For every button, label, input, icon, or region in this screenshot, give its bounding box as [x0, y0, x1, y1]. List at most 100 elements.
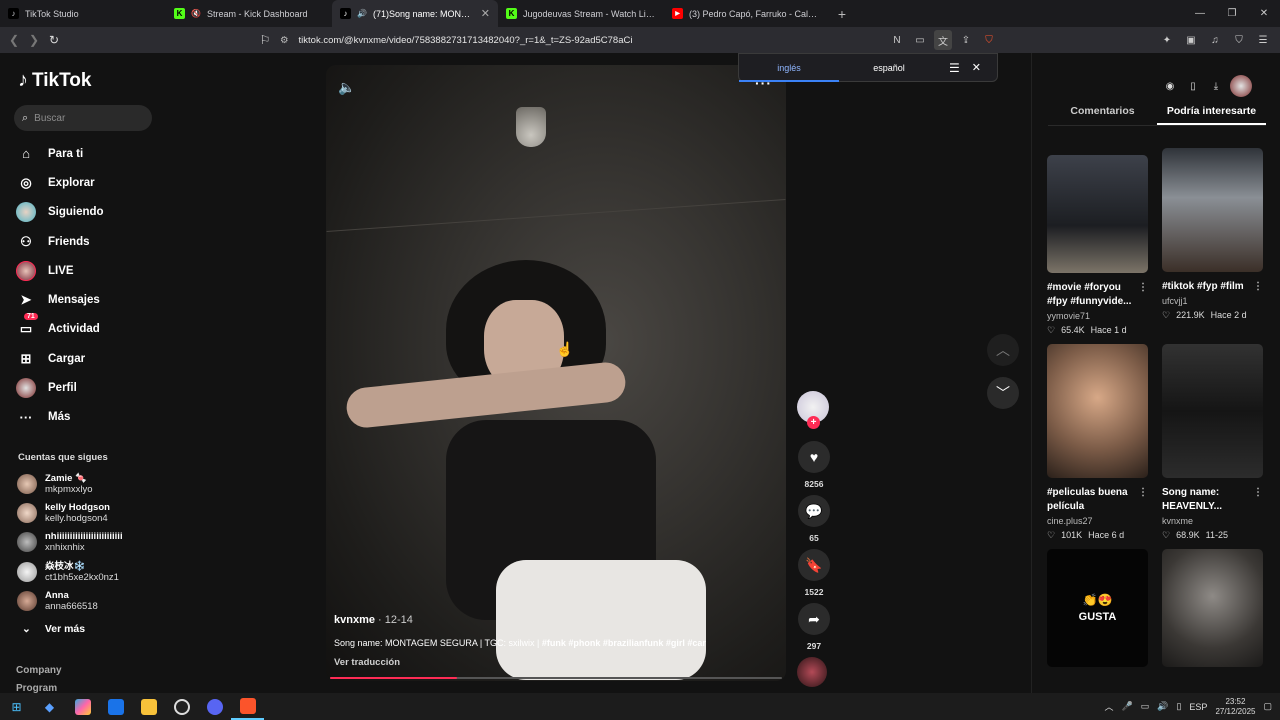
see-more-button[interactable]: ⌄ Ver más	[22, 623, 85, 635]
suggested-video-card[interactable]: #peliculas buena película ⋮ cine.plus27 ♡…	[1047, 344, 1148, 541]
next-video-button[interactable]: ﹀	[987, 377, 1019, 409]
bookmark-icon[interactable]: 🔖	[798, 549, 830, 581]
card-more-icon[interactable]: ⋮	[1253, 486, 1263, 514]
card-author[interactable]: yymovie71	[1047, 311, 1148, 321]
card-more-icon[interactable]: ⋮	[1253, 280, 1263, 294]
see-translation-link[interactable]: Ver traducción	[334, 657, 400, 668]
close-tab-icon[interactable]: ✕	[481, 7, 490, 20]
brave-icon[interactable]	[231, 693, 264, 720]
app-icon[interactable]: ◆	[33, 693, 66, 720]
following-account[interactable]: kelly Hodgson kelly.hodgson4	[17, 498, 123, 527]
music-disc-icon[interactable]	[797, 657, 827, 687]
browser-tab[interactable]: ▶ (3) Pedro Capó, Farruko - Calma (Ren	[664, 0, 830, 27]
minimize-icon[interactable]: —	[1184, 0, 1216, 27]
previous-video-button[interactable]: ︿	[987, 334, 1019, 366]
tab-comments[interactable]: Comentarios	[1048, 105, 1157, 125]
tiktok-logo[interactable]: ♪ TikTok	[18, 69, 91, 92]
share-icon[interactable]: ⇪	[957, 30, 975, 50]
save-action[interactable]: 🔖 1522	[797, 549, 831, 597]
cast-icon[interactable]: ▭	[911, 30, 929, 50]
back-icon[interactable]: ❮	[4, 30, 24, 50]
like-action[interactable]: ♥ 8256	[797, 441, 831, 489]
suggested-video-card[interactable]: #movie #foryou #fpy #funnyvide... ⋮ yymov…	[1047, 148, 1148, 336]
no-tracking-icon[interactable]: N	[888, 30, 906, 50]
heart-icon[interactable]: ♥	[798, 441, 830, 473]
media-icon[interactable]: ♫	[1206, 30, 1224, 50]
comment-icon[interactable]: 💬	[798, 495, 830, 527]
video-thumbnail[interactable]	[1162, 148, 1263, 272]
sidebar-item-friends[interactable]: ⚇ Friends	[16, 227, 104, 256]
store-icon[interactable]	[99, 693, 132, 720]
extensions-icon[interactable]: ✦	[1158, 30, 1176, 50]
translate-icon[interactable]: 文	[934, 30, 952, 50]
brave-shield-icon[interactable]: ⛉	[980, 30, 998, 50]
sidebar-item-para-ti[interactable]: ⌂ Para ti	[16, 139, 104, 168]
close-icon[interactable]: ✕	[972, 61, 981, 74]
reload-icon[interactable]: ↻	[44, 30, 64, 50]
notifications-icon[interactable]: ▢	[1263, 701, 1272, 712]
sidebar-item-perfil[interactable]: Perfil	[16, 373, 104, 402]
browser-tab[interactable]: K Jugodeuvas Stream - Watch Live on K	[498, 0, 664, 27]
search-box[interactable]: ⌕	[14, 105, 152, 131]
new-tab-button[interactable]: +	[830, 0, 854, 27]
tab-suggested[interactable]: Podría interesarte	[1157, 105, 1266, 125]
sidebar-item-actividad[interactable]: ▭ 71 Actividad	[16, 313, 104, 344]
chevron-up-icon[interactable]: ︿	[1105, 700, 1114, 713]
video-author[interactable]: kvnxme · 12-14	[334, 614, 413, 626]
coin-icon[interactable]: ◉	[1161, 77, 1179, 95]
search-input[interactable]	[34, 112, 135, 124]
user-avatar[interactable]	[1230, 75, 1252, 97]
forward-icon[interactable]: ❯	[24, 30, 44, 50]
card-more-icon[interactable]: ⋮	[1138, 281, 1148, 309]
card-more-icon[interactable]: ⋮	[1138, 486, 1148, 514]
volume-tray-icon[interactable]: 🔊	[1157, 701, 1168, 712]
vpn-icon[interactable]: ⛉	[1230, 30, 1248, 50]
video-thumbnail[interactable]: 👏😍 GUSTA	[1047, 549, 1148, 667]
microphone-icon[interactable]: 🎤	[1122, 701, 1133, 712]
share-action[interactable]: ➦ 297	[797, 603, 831, 651]
battery-icon[interactable]: ▯	[1176, 701, 1181, 712]
creator-avatar[interactable]: +	[797, 391, 829, 429]
suggested-video-card[interactable]	[1162, 549, 1263, 667]
hamburger-menu-icon[interactable]: ☰	[949, 61, 960, 75]
translate-target-lang[interactable]: español	[839, 53, 939, 82]
comment-action[interactable]: 💬 65	[797, 495, 831, 543]
following-account[interactable]: 焱枝冰❄️ ct1bh5xe2kx0nz1	[17, 557, 123, 586]
sidebar-item-siguiendo[interactable]: Siguiendo	[16, 198, 104, 227]
follow-plus-icon[interactable]: +	[807, 416, 820, 429]
following-account[interactable]: Anna anna666518	[17, 586, 123, 615]
sidebar-item-mensajes[interactable]: ➤ Mensajes	[16, 285, 104, 314]
video-player[interactable]: 🔈 ··· ☝ kvnxme · 12-14 Song name: MONTAG…	[326, 65, 786, 681]
restore-icon[interactable]: ❐	[1216, 0, 1248, 27]
video-thumbnail[interactable]	[1162, 549, 1263, 667]
windows-start-icon[interactable]: ⊞	[0, 693, 33, 720]
following-account[interactable]: nhiiiiiiiiiiiiiiiiiiiiiiiii xnhixnhix	[17, 528, 123, 557]
menu-icon[interactable]: ☰	[1254, 30, 1272, 50]
card-author[interactable]: cine.plus27	[1047, 516, 1148, 526]
file-explorer-icon[interactable]	[132, 693, 165, 720]
video-progress-bar[interactable]	[330, 677, 782, 679]
browser-tab[interactable]: K 🔇 Stream - Kick Dashboard	[166, 0, 332, 27]
sidebar-item-cargar[interactable]: ⊞ Cargar	[16, 344, 104, 373]
volume-icon[interactable]: 🔈	[338, 79, 355, 96]
video-thumbnail[interactable]	[1047, 344, 1148, 478]
bookmark-icon[interactable]: ⚐	[255, 30, 275, 50]
program-link[interactable]: Program	[16, 683, 57, 693]
suggested-video-card[interactable]: Song name: HEAVENLY... ⋮ kvnxme ♡ 68.9K 11-…	[1162, 344, 1263, 541]
discord-icon[interactable]	[198, 693, 231, 720]
sidebar-item-mas[interactable]: ··· Más	[16, 403, 104, 432]
translate-source-lang[interactable]: inglés	[739, 53, 839, 82]
clock[interactable]: 23:52 27/12/2025	[1215, 697, 1255, 717]
video-thumbnail[interactable]	[1162, 344, 1263, 478]
following-account[interactable]: Zamie 🍬 mkpmxxlyo	[17, 469, 123, 498]
video-thumbnail[interactable]	[1047, 155, 1148, 273]
company-link[interactable]: Company	[16, 665, 62, 676]
suggested-video-card[interactable]: #tiktok #fyp #film ⋮ ufcvjj1 ♡ 221.9K Hace …	[1162, 148, 1263, 336]
input-language[interactable]: ESP	[1189, 702, 1207, 712]
site-settings-icon[interactable]: ⚙	[280, 35, 289, 46]
close-window-icon[interactable]: ✕	[1248, 0, 1280, 27]
sidebar-item-live[interactable]: LIVE	[16, 256, 104, 285]
sidebar-icon[interactable]: ▣	[1182, 30, 1200, 50]
share-arrow-icon[interactable]: ➦	[798, 603, 830, 635]
obs-icon[interactable]	[165, 693, 198, 720]
